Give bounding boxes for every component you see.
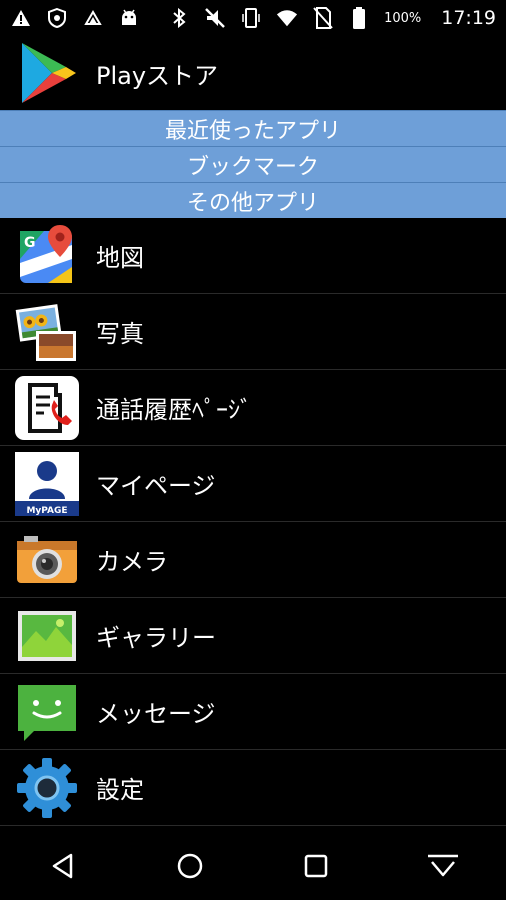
hide-navbar-icon (427, 854, 458, 877)
app-item-camera[interactable]: カメラ (0, 522, 506, 598)
header-title: Playストア (96, 61, 219, 90)
settings-icon (14, 755, 80, 821)
play-store-icon (18, 41, 78, 105)
vibrate-icon (240, 7, 262, 29)
battery-percentage: 100% (384, 10, 422, 26)
tab-bookmarks[interactable]: ブックマーク (0, 146, 506, 182)
tab-recent-apps[interactable]: 最近使ったアプリ (0, 110, 506, 146)
bluetooth-icon (168, 7, 190, 29)
gallery-icon (14, 603, 80, 669)
warning-icon (10, 7, 32, 29)
call-history-icon (14, 375, 80, 441)
clock: 17:19 (441, 7, 496, 29)
app-item-photos[interactable]: 写真 (0, 294, 506, 370)
message-icon (14, 679, 80, 745)
play-store-link[interactable]: Playストア (0, 38, 506, 108)
recents-button[interactable] (296, 846, 336, 886)
app-label: ギャラリー (96, 624, 216, 652)
camera-icon (14, 527, 80, 593)
wifi-icon (276, 7, 298, 29)
android-icon (118, 7, 140, 29)
app-label: メッセージ (96, 700, 216, 728)
home-icon (177, 853, 202, 879)
maps-icon: G (14, 223, 80, 289)
app-item-settings[interactable]: 設定 (0, 750, 506, 826)
cast-icon (82, 7, 104, 29)
status-bar: 100% 17:19 (0, 0, 506, 36)
recents-icon (305, 854, 328, 878)
app-list: G 地図 写真 通話履歴ﾍﾟｰｼﾞ MyPAGE マイページ カメラ ギャラリー… (0, 218, 506, 826)
app-label: カメラ (96, 548, 168, 576)
mypage-icon: MyPAGE (14, 451, 80, 517)
app-item-maps[interactable]: G 地図 (0, 218, 506, 294)
app-item-mypage[interactable]: MyPAGE マイページ (0, 446, 506, 522)
home-button[interactable] (170, 846, 210, 886)
back-button[interactable] (43, 846, 83, 886)
back-icon (53, 853, 73, 879)
app-item-message[interactable]: メッセージ (0, 674, 506, 750)
app-label: マイページ (96, 472, 216, 500)
svg-text:G: G (24, 235, 36, 251)
mypage-badge-text: MyPAGE (26, 506, 67, 516)
no-sim-icon (312, 7, 334, 29)
battery-icon (348, 7, 370, 29)
app-item-call-history[interactable]: 通話履歴ﾍﾟｰｼﾞ (0, 370, 506, 446)
tab-other-apps[interactable]: その他アプリ (0, 182, 506, 218)
navigation-bar (0, 832, 506, 900)
app-label: 写真 (96, 320, 144, 348)
app-label: 通話履歴ﾍﾟｰｼﾞ (96, 396, 252, 424)
shield-icon (46, 7, 68, 29)
tab-bar: 最近使ったアプリ ブックマーク その他アプリ (0, 110, 506, 218)
hide-navbar-button[interactable] (423, 846, 463, 886)
app-item-gallery[interactable]: ギャラリー (0, 598, 506, 674)
app-label: 設定 (96, 776, 144, 804)
photos-icon (14, 299, 80, 365)
app-label: 地図 (96, 244, 144, 272)
mute-icon (204, 7, 226, 29)
